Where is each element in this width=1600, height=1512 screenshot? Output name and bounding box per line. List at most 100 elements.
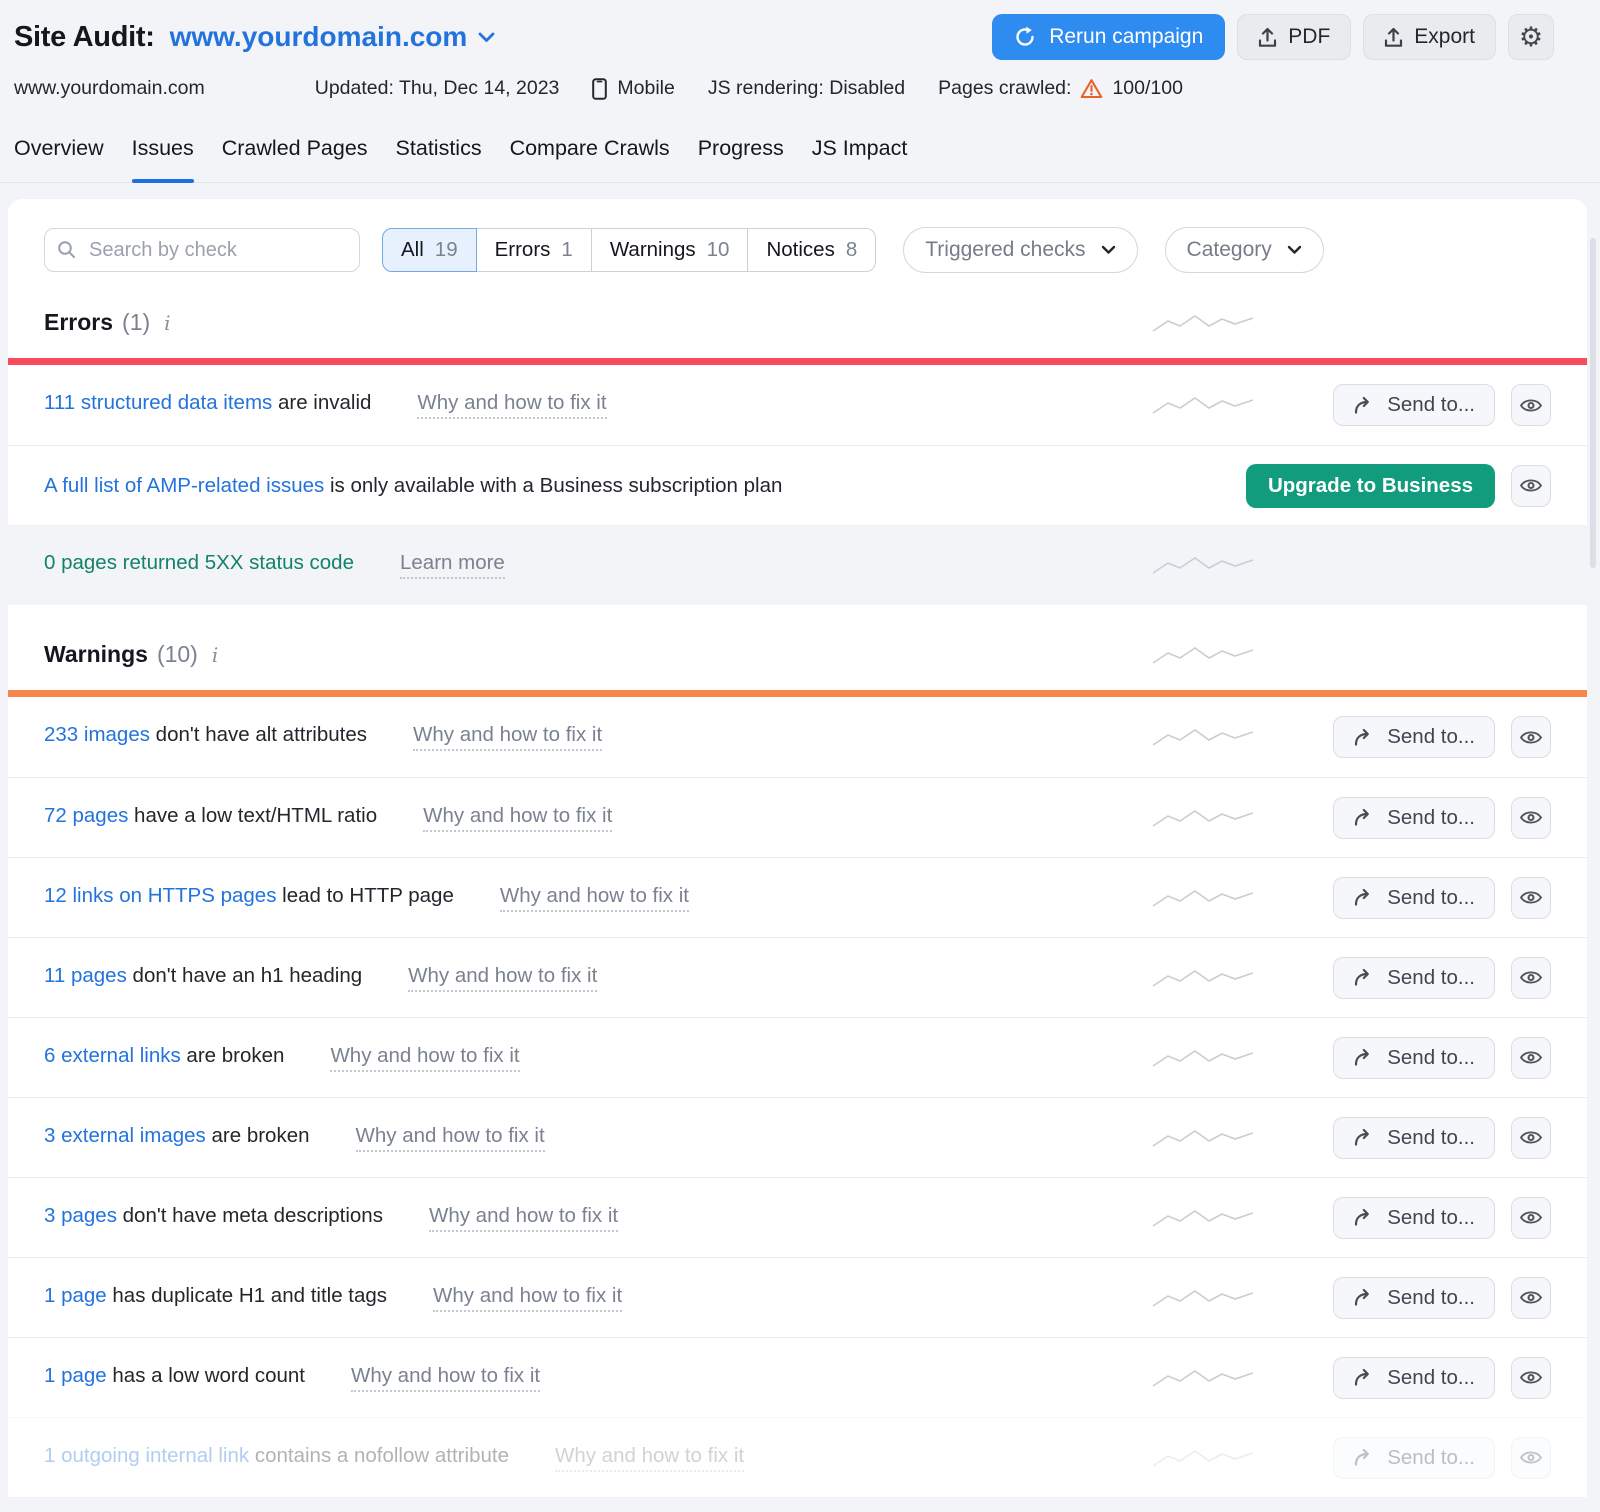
segment-warnings[interactable]: Warnings10	[591, 228, 749, 272]
scrollbar[interactable]	[1590, 238, 1596, 568]
sparkline-zone	[1151, 552, 1255, 578]
triggered-checks-dropdown[interactable]: Triggered checks	[903, 227, 1137, 273]
hide-issue-button[interactable]	[1511, 1037, 1551, 1079]
why-and-how-to-fix-link[interactable]: Why and how to fix it	[429, 1204, 618, 1232]
trend-sparkline	[1151, 392, 1255, 418]
page-header: Site Audit: www.yourdomain.com Rerun cam…	[0, 0, 1600, 100]
hide-issue-button[interactable]	[1511, 716, 1551, 758]
campaign-selector[interactable]: www.yourdomain.com	[170, 21, 496, 53]
section-title: Warnings	[44, 641, 148, 668]
why-and-how-to-fix-link[interactable]: Why and how to fix it	[500, 884, 689, 912]
eye-icon	[1519, 729, 1543, 746]
warning-triangle-icon[interactable]	[1080, 78, 1103, 99]
hide-issue-button[interactable]	[1511, 1117, 1551, 1159]
why-and-how-to-fix-link[interactable]: Why and how to fix it	[417, 391, 606, 419]
rerun-campaign-button[interactable]: Rerun campaign	[992, 14, 1225, 60]
eye-icon	[1519, 1049, 1543, 1066]
why-and-how-to-fix-link[interactable]: Why and how to fix it	[423, 804, 612, 832]
why-and-how-to-fix-link[interactable]: Why and how to fix it	[351, 1364, 540, 1392]
upgrade-to-business-button[interactable]: Upgrade to Business	[1246, 464, 1495, 508]
hide-issue-button[interactable]	[1511, 1197, 1551, 1239]
send-to-button[interactable]: Send to...	[1333, 877, 1495, 919]
tab-crawled-pages[interactable]: Crawled Pages	[222, 136, 368, 182]
tab-overview[interactable]: Overview	[14, 136, 104, 182]
issue-row: 1 page has a low word countWhy and how t…	[8, 1337, 1587, 1417]
info-icon[interactable]: i	[212, 643, 218, 667]
segment-notices[interactable]: Notices8	[747, 228, 876, 272]
hide-issue-button[interactable]	[1511, 877, 1551, 919]
issue-count-link[interactable]: 11 pages	[44, 964, 127, 988]
issue-row: 111 structured data items are invalidWhy…	[8, 365, 1587, 445]
sparkline-zone	[1151, 805, 1255, 831]
hide-issue-button[interactable]	[1511, 1277, 1551, 1319]
why-and-how-to-fix-link[interactable]: Why and how to fix it	[413, 723, 602, 751]
why-and-how-to-fix-link[interactable]: Why and how to fix it	[330, 1044, 519, 1072]
sparkline-zone	[1151, 1365, 1255, 1391]
export-button[interactable]: Export	[1363, 14, 1496, 60]
hide-issue-button[interactable]	[1511, 797, 1551, 839]
why-and-how-to-fix-link[interactable]: Learn more	[400, 551, 505, 579]
issue-count-link[interactable]: 1 outgoing internal link	[44, 1444, 249, 1468]
why-and-how-to-fix-link[interactable]: Why and how to fix it	[356, 1124, 545, 1152]
hide-issue-button[interactable]	[1511, 957, 1551, 999]
send-arrow-icon	[1353, 1288, 1374, 1307]
errors-rows: 111 structured data items are invalidWhy…	[8, 365, 1587, 605]
send-to-button[interactable]: Send to...	[1333, 1037, 1495, 1079]
tab-compare-crawls[interactable]: Compare Crawls	[510, 136, 670, 182]
settings-gear-button[interactable]: ⚙	[1508, 14, 1554, 60]
send-to-button[interactable]: Send to...	[1333, 716, 1495, 758]
issue-row: 1 outgoing internal link contains a nofo…	[8, 1417, 1587, 1497]
issue-count-link[interactable]: 6 external links	[44, 1044, 181, 1068]
tab-statistics[interactable]: Statistics	[396, 136, 482, 182]
send-to-button[interactable]: Send to...	[1333, 1277, 1495, 1319]
send-to-button[interactable]: Send to...	[1333, 1197, 1495, 1239]
issue-count-link[interactable]: 111 structured data items	[44, 391, 272, 415]
why-and-how-to-fix-link[interactable]: Why and how to fix it	[408, 964, 597, 992]
issue-count-link-success[interactable]: 0 pages returned 5XX status code	[44, 551, 354, 575]
hide-issue-button[interactable]	[1511, 465, 1551, 507]
issue-count-link[interactable]: 1 page	[44, 1364, 107, 1388]
sparkline-zone	[1151, 1445, 1255, 1471]
send-to-button[interactable]: Send to...	[1333, 1117, 1495, 1159]
issue-count-link[interactable]: 3 external images	[44, 1124, 206, 1148]
issue-count-link[interactable]: A full list of AMP-related issues	[44, 474, 324, 498]
hide-issue-button[interactable]	[1511, 1437, 1551, 1479]
trend-sparkline	[1151, 1205, 1255, 1231]
issue-count-link[interactable]: 3 pages	[44, 1204, 117, 1228]
issue-count-link[interactable]: 233 images	[44, 723, 150, 747]
tab-issues[interactable]: Issues	[132, 136, 194, 182]
trend-sparkline	[1151, 1445, 1255, 1471]
eye-icon	[1519, 1369, 1543, 1386]
segment-errors[interactable]: Errors1	[476, 228, 592, 272]
why-and-how-to-fix-link[interactable]: Why and how to fix it	[433, 1284, 622, 1312]
info-icon[interactable]: i	[164, 311, 170, 335]
row-actions: Send to...	[1301, 1357, 1551, 1399]
trend-sparkline	[1151, 1365, 1255, 1391]
hide-issue-button[interactable]	[1511, 384, 1551, 426]
why-and-how-to-fix-link[interactable]: Why and how to fix it	[555, 1444, 744, 1472]
section-count: (10)	[157, 641, 198, 668]
segment-all[interactable]: All19	[382, 228, 477, 272]
category-dropdown[interactable]: Category	[1165, 227, 1324, 273]
row-actions: Send to...	[1301, 1197, 1551, 1239]
issue-count-link[interactable]: 12 links on HTTPS pages	[44, 884, 276, 908]
tab-js-impact[interactable]: JS Impact	[812, 136, 908, 182]
errors-section-header: Errors(1)i	[8, 309, 1587, 336]
section-sparkline	[1151, 310, 1255, 336]
send-to-button[interactable]: Send to...	[1333, 384, 1495, 426]
send-to-button[interactable]: Send to...	[1333, 1357, 1495, 1399]
issue-count-link[interactable]: 1 page	[44, 1284, 107, 1308]
send-to-button[interactable]: Send to...	[1333, 957, 1495, 999]
row-actions: Send to...	[1301, 384, 1551, 426]
js-rendering-status: JS rendering: Disabled	[708, 77, 905, 100]
chevron-down-icon	[478, 32, 495, 43]
tab-progress[interactable]: Progress	[698, 136, 784, 182]
issue-count-link[interactable]: 72 pages	[44, 804, 128, 828]
eye-icon	[1519, 969, 1543, 986]
pdf-button[interactable]: PDF	[1237, 14, 1351, 60]
search-input[interactable]	[44, 228, 360, 272]
hide-issue-button[interactable]	[1511, 1357, 1551, 1399]
send-to-button[interactable]: Send to...	[1333, 797, 1495, 839]
send-to-button[interactable]: Send to...	[1333, 1437, 1495, 1479]
send-arrow-icon	[1353, 968, 1374, 987]
